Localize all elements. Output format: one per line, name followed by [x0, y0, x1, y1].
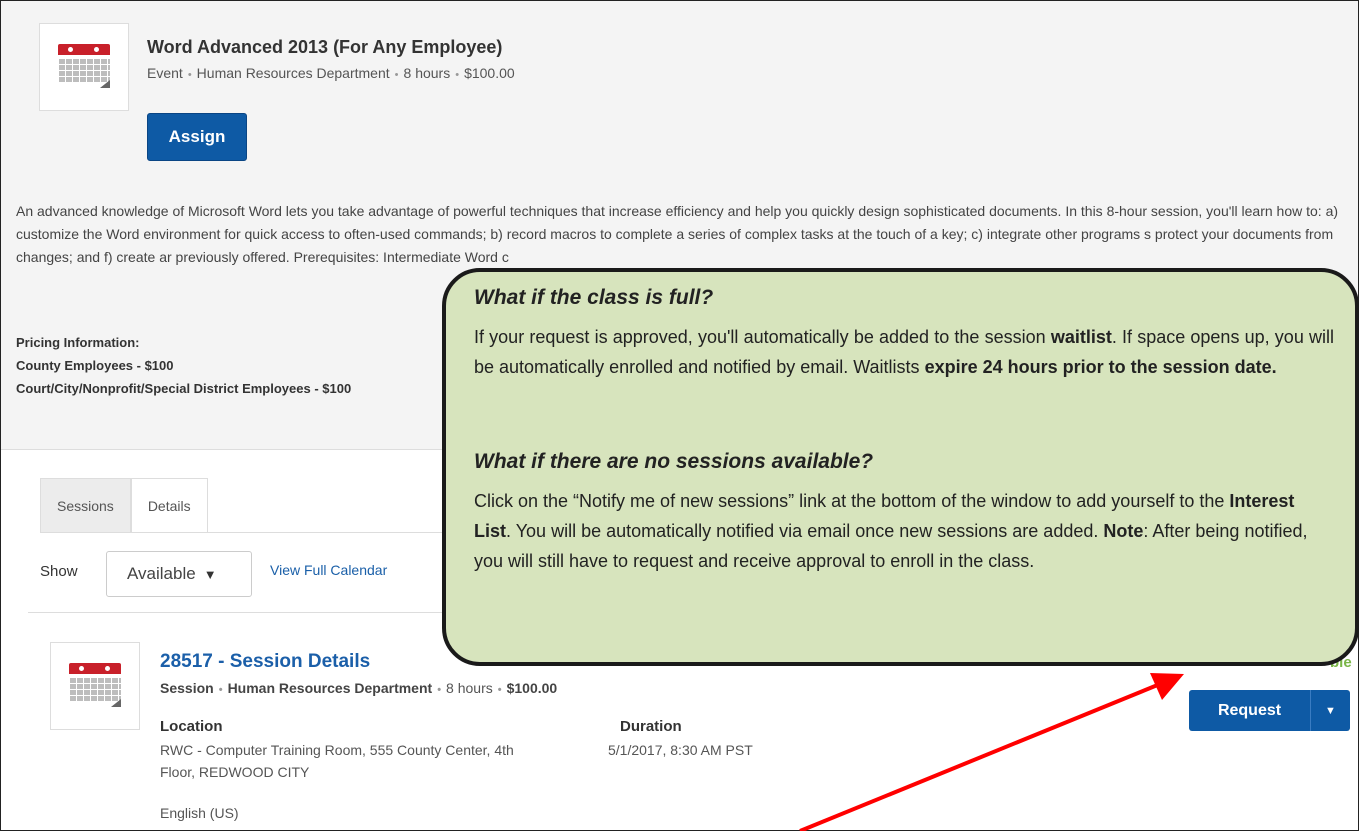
- callout-answer-1: If your request is approved, you'll auto…: [474, 322, 1334, 382]
- pricing-line: Court/City/Nonprofit/Special District Em…: [16, 381, 352, 396]
- course-department: Human Resources Department: [196, 65, 390, 81]
- duration-value: 5/1/2017, 8:30 AM PST: [608, 742, 753, 758]
- course-type: Event: [147, 65, 183, 81]
- pricing-line: County Employees - $100: [16, 358, 174, 373]
- answer-2-text: Click on the “Notify me of new sessions”…: [474, 491, 1230, 511]
- callout-answer-2: Click on the “Notify me of new sessions”…: [474, 486, 1314, 576]
- session-duration-hours: 8 hours: [446, 680, 493, 696]
- course-title: Word Advanced 2013 (For Any Employee): [147, 37, 503, 57]
- availability-filter-select[interactable]: Available ▼: [106, 551, 252, 597]
- location-label: Location: [160, 718, 223, 735]
- session-department: Human Resources Department: [227, 680, 433, 696]
- answer-1-waitlist: waitlist: [1050, 327, 1112, 347]
- course-meta: Event • Human Resources Department • 8 hours…: [147, 65, 515, 81]
- request-split-button: Request ▼: [1189, 690, 1350, 731]
- help-callout: What if the class is full? If your reque…: [442, 268, 1359, 666]
- tab-details[interactable]: Details: [130, 478, 208, 533]
- session-meta: Session • Human Resources Department • 8 hou…: [160, 680, 558, 696]
- assign-button[interactable]: Assign: [147, 113, 247, 161]
- availability-filter-value: Available: [127, 564, 196, 583]
- session-calendar-icon: [50, 642, 140, 730]
- duration-label: Duration: [620, 718, 682, 735]
- language-value: English (US): [160, 805, 239, 821]
- calendar-icon: [58, 44, 110, 88]
- answer-2-text: . You will be automatically notified via…: [506, 521, 1104, 541]
- course-duration: 8 hours: [403, 65, 451, 81]
- show-label: Show: [40, 563, 78, 580]
- calendar-icon: [69, 663, 121, 707]
- callout-question-1: What if the class is full?: [474, 286, 714, 309]
- session-tabs: Sessions Details: [40, 478, 208, 533]
- pricing-heading: Pricing Information:: [16, 335, 140, 350]
- callout-question-2: What if there are no sessions available?: [474, 450, 874, 473]
- answer-1-expiry: expire 24 hours prior to the session dat…: [924, 357, 1277, 377]
- location-line-1: RWC - Computer Training Room, 555 County…: [160, 742, 514, 758]
- answer-1-text: If your request is approved, you'll auto…: [474, 327, 1051, 347]
- session-title-link[interactable]: 28517 - Session Details: [160, 651, 370, 673]
- course-description: An advanced knowledge of Microsoft Word …: [16, 203, 1339, 265]
- course-price: $100.00: [464, 65, 515, 81]
- filter-divider: [28, 612, 448, 613]
- caret-down-icon: ▼: [1325, 704, 1336, 717]
- session-type: Session: [160, 680, 214, 696]
- tabs-divider: [40, 532, 450, 533]
- tab-sessions[interactable]: Sessions: [40, 478, 131, 533]
- request-button[interactable]: Request: [1189, 690, 1310, 731]
- location-line-2: Floor, REDWOOD CITY: [160, 764, 310, 780]
- session-price: $100.00: [506, 680, 558, 696]
- request-dropdown-toggle[interactable]: ▼: [1310, 690, 1350, 731]
- pricing-information: Pricing Information: County Employees - …: [16, 331, 351, 400]
- view-full-calendar-link[interactable]: View Full Calendar: [270, 562, 387, 578]
- answer-2-note: Note: [1103, 521, 1144, 541]
- course-calendar-icon: [39, 23, 129, 111]
- caret-down-icon: ▼: [203, 566, 217, 582]
